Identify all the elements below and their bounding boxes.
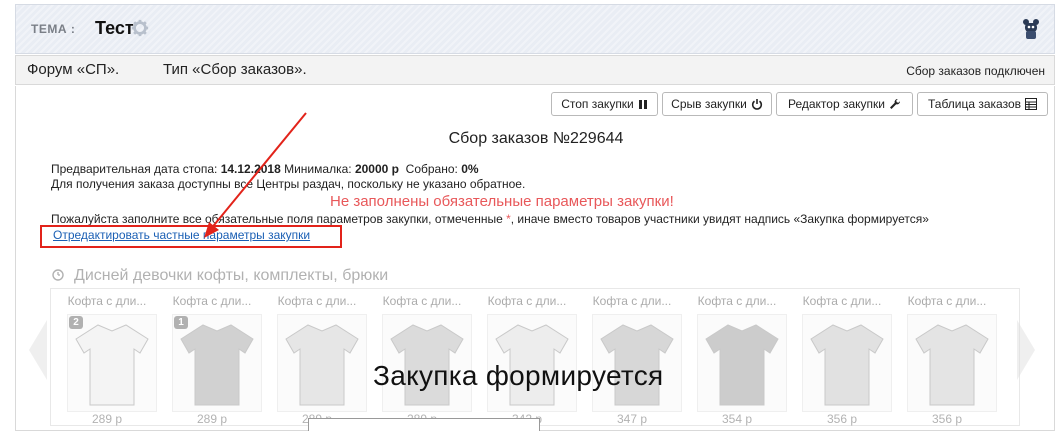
product-price: 347 р	[616, 412, 648, 426]
topic-header: ТЕМА : Тест	[15, 4, 1055, 54]
notice-text: Пожалуйста заполните все обязательные по…	[51, 212, 503, 226]
orders-table-label: Таблица заказов	[927, 97, 1022, 111]
product-image[interactable]	[907, 314, 997, 412]
fill-params-notice: Пожалуйста заполните все обязательные по…	[51, 212, 929, 226]
product-card[interactable]: Кофта с дли... 347 р	[582, 290, 682, 426]
cancel-purchase-button[interactable]: Срыв закупки	[662, 92, 772, 116]
purchase-summary: Предварительная дата стопа: 14.12.2018 М…	[51, 162, 479, 176]
stop-purchase-button[interactable]: Стоп закупки	[551, 92, 658, 116]
product-price: 289 р	[91, 412, 123, 426]
forum-type: Тип «Сбор заказов».	[163, 61, 307, 78]
collected-label: Собрано:	[405, 162, 458, 176]
purchase-title: Сбор заказов №229644	[448, 130, 624, 147]
pickup-note: Для получения заказа доступны все Центры…	[51, 177, 526, 191]
product-price: 356 р	[826, 412, 858, 426]
product-name: Кофта с дли...	[277, 294, 357, 308]
purchase-forming-overlay: Закупка формируется	[373, 360, 664, 391]
product-name: Кофта с дли...	[907, 294, 987, 308]
collected-value: 0%	[461, 162, 479, 176]
stop-date-value: 14.12.2018	[220, 162, 281, 176]
annotation-highlight-box	[40, 225, 342, 248]
product-price: 354 р	[721, 412, 753, 426]
product-image[interactable]	[802, 314, 892, 412]
product-name: Кофта с дли...	[802, 294, 882, 308]
product-card[interactable]: Кофта с дли...342 р	[477, 290, 577, 426]
pause-icon	[638, 100, 647, 109]
mascot-icon	[1023, 19, 1039, 39]
topic-title: Тест	[95, 18, 134, 38]
forum-bar: Форум «СП». Тип «Сбор заказов». Сбор зак…	[15, 55, 1055, 85]
product-card[interactable]: Кофта с дли... 1 289 р	[162, 290, 262, 426]
product-badge: 1	[174, 316, 188, 329]
product-name: Кофта с дли...	[697, 294, 777, 308]
topic-label: ТЕМА :	[31, 22, 76, 36]
product-name: Кофта с дли...	[592, 294, 672, 308]
orders-table-button[interactable]: Таблица заказов	[917, 92, 1048, 116]
product-image[interactable]	[277, 314, 367, 412]
power-icon	[751, 99, 762, 110]
cancel-purchase-label: Срыв закупки	[671, 97, 747, 111]
wrench-icon	[890, 98, 901, 109]
stop-purchase-label: Стоп закупки	[561, 97, 634, 111]
carousel-next-icon[interactable]	[1015, 320, 1037, 380]
purchase-editor-label: Редактор закупки	[787, 97, 885, 111]
orders-status: Сбор заказов подключен	[906, 64, 1045, 78]
product-card[interactable]: Кофта с дли...289 р	[372, 290, 472, 426]
product-name: Кофта с дли...	[382, 294, 462, 308]
product-name: Кофта с дли...	[172, 294, 252, 308]
catalog-section-title: Дисней девочки кофты, комплекты, брюки	[74, 267, 389, 284]
forum-name: Форум «СП».	[27, 61, 120, 78]
gear-icon[interactable]	[131, 19, 149, 37]
carousel-prev-icon[interactable]	[27, 320, 49, 380]
product-name: Кофта с дли...	[67, 294, 147, 308]
purchase-editor-button[interactable]: Редактор закупки	[776, 92, 913, 116]
minimum-value: 20000 р	[354, 162, 399, 176]
notice-text-end: , иначе вместо товаров участники увидят …	[510, 212, 929, 226]
product-badge: 2	[69, 316, 83, 329]
product-card[interactable]: Кофта с дли... 356 р	[897, 290, 997, 426]
missing-params-warning: Не заполнены обязательные параметры заку…	[330, 193, 674, 210]
clock-icon	[52, 269, 64, 281]
product-card[interactable]: Кофта с дли... 356 р	[792, 290, 892, 426]
product-card[interactable]: Кофта с дли...289 р	[267, 290, 367, 426]
table-icon	[1025, 98, 1038, 110]
minimum-label: Минималка:	[284, 162, 352, 176]
product-image[interactable]	[697, 314, 787, 412]
product-name: Кофта с дли...	[487, 294, 567, 308]
stop-date-label: Предварительная дата стопа:	[51, 162, 218, 176]
product-card[interactable]: Кофта с дли... 2 289 р	[57, 290, 157, 426]
product-card[interactable]: Кофта с дли... 354 р	[687, 290, 787, 426]
product-price: 289 р	[196, 412, 228, 426]
product-price: 356 р	[931, 412, 963, 426]
bottom-popup	[308, 418, 540, 431]
